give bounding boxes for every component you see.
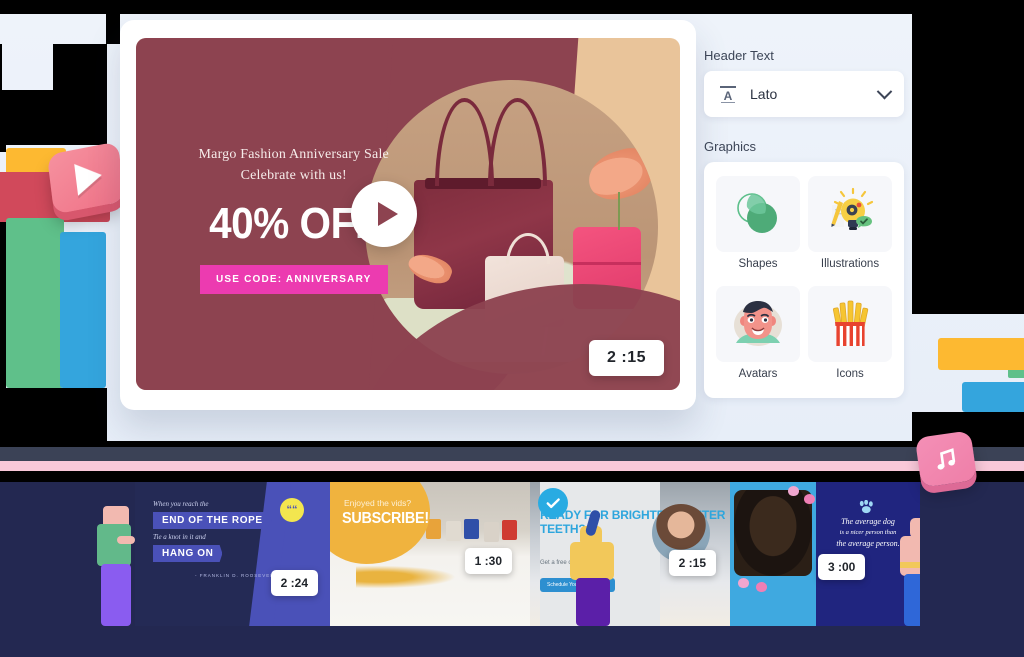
figure-silhouette (566, 509, 618, 626)
video-filmstrip: ““ When you reach the END OF THE ROPE Ti… (0, 482, 1024, 657)
music-note-3d-icon (914, 430, 978, 488)
overlapping-circles-icon (716, 176, 800, 252)
quote-text-block: When you reach the END OF THE ROPE Tie a… (153, 500, 278, 578)
list-item[interactable]: Enjoyed the vids? SUBSCRIBE! 1 :30 (330, 482, 530, 626)
strip-black-band (0, 471, 1024, 482)
video-preview-panel: Margo Fashion Anniversary Sale Celebrate… (120, 20, 696, 410)
filmstrip-spacer (0, 482, 135, 626)
font-style-icon: A (718, 84, 738, 104)
list-item[interactable]: READY FOR BRIGHTER, WHITER TEETH? Get a … (530, 482, 730, 626)
marker-burst (356, 564, 466, 590)
quote-script-line1: When you reach the (153, 500, 209, 508)
flower-icon (582, 142, 658, 206)
decor-block-green-left (6, 218, 64, 388)
duration-badge: 2 :24 (270, 570, 318, 596)
filmstrip-spacer-right (920, 482, 1024, 626)
paw-print-icon (804, 494, 815, 504)
editor-sidebar: Header Text A Lato Graphics Shapes Illus… (704, 48, 904, 398)
paw-print-icon (858, 499, 876, 514)
duration-badge: 2 :15 (589, 340, 664, 376)
chevron-down-icon[interactable] (876, 83, 893, 99)
graphics-item-label: Avatars (738, 368, 778, 380)
tote-handle-left (435, 97, 494, 186)
tote-handle-right (487, 97, 547, 186)
paw-print-icon (738, 578, 749, 588)
strip-gray-band (0, 447, 1024, 461)
screenshot-root: Margo Fashion Anniversary Sale Celebrate… (0, 0, 1024, 657)
right-crop-mask-a (912, 14, 1024, 314)
play-icon[interactable] (350, 181, 417, 247)
decor-block-blue-left (60, 232, 106, 388)
quote-marks-icon: ““ (280, 498, 304, 522)
toy-blocks (426, 519, 522, 543)
flower-stem (618, 191, 621, 231)
promo-code-badge: USE CODE: ANNIVERSARY (199, 264, 388, 294)
font-select-value: Lato (750, 86, 778, 102)
filmstrip-ground (0, 626, 1024, 657)
left-crop-mask-d (0, 44, 2, 90)
graphics-label: Graphics (704, 139, 757, 154)
strip-pink-band (0, 461, 1024, 471)
graphics-item-illustrations[interactable]: Illustrations (806, 172, 894, 278)
quote-script-line2: Tie a knot in it and (153, 533, 206, 541)
card-subtitle-line1: Margo Fashion Anniversary Sale (198, 146, 389, 162)
left-crop-mask-j (106, 14, 120, 44)
graphics-item-label: Icons (836, 368, 864, 380)
dog-photo (734, 490, 812, 576)
duration-badge: 1 :30 (464, 548, 512, 574)
paw-print-icon (788, 486, 799, 496)
left-crop-mask-e (53, 44, 107, 90)
play-triangle (74, 159, 104, 196)
video-preview-card[interactable]: Margo Fashion Anniversary Sale Celebrate… (136, 38, 680, 390)
graphics-item-icons[interactable]: Icons (806, 282, 894, 388)
graphics-panel: Shapes Illustrations Avatars Icons (704, 162, 904, 398)
paw-print-icon (756, 582, 767, 592)
left-crop-mask-c (0, 90, 107, 145)
list-item[interactable]: The average dog is a nicer person than t… (730, 482, 920, 626)
avatar-face-icon (716, 286, 800, 362)
decor-block-blue-right (962, 382, 1024, 412)
header-text-label: Header Text (704, 48, 774, 63)
quote-attribution: - FRANKLIN D. ROOSEVELT (195, 573, 278, 578)
font-select[interactable]: A Lato (704, 71, 904, 117)
french-fries-icon (808, 286, 892, 362)
figure-silhouette (896, 518, 920, 626)
graphics-item-avatars[interactable]: Avatars (714, 282, 802, 388)
left-crop-mask-h (0, 400, 107, 441)
subscribe-small-text: Enjoyed the vids? (344, 498, 412, 508)
subscribe-big-text: SUBSCRIBE! (342, 510, 429, 527)
graphics-item-label: Illustrations (820, 258, 880, 270)
graphics-item-label: Shapes (738, 258, 778, 270)
graphics-item-shapes[interactable]: Shapes (714, 172, 802, 278)
play-triangle (377, 202, 398, 226)
figure-silhouette (95, 506, 135, 626)
left-crop-mask-g (0, 388, 107, 400)
check-circle-icon (538, 488, 568, 518)
decor-block-orange-right (938, 338, 1024, 370)
list-item[interactable]: ““ When you reach the END OF THE ROPE Ti… (135, 482, 330, 626)
top-black-band (0, 0, 1024, 14)
quote-banner-line1: END OF THE ROPE (153, 512, 272, 529)
duration-badge: 3 :00 (818, 554, 866, 580)
quote-banner-line2: HANG ON (153, 545, 223, 562)
lightbulb-idea-icon (808, 176, 892, 252)
duration-badge: 2 :15 (668, 550, 716, 576)
